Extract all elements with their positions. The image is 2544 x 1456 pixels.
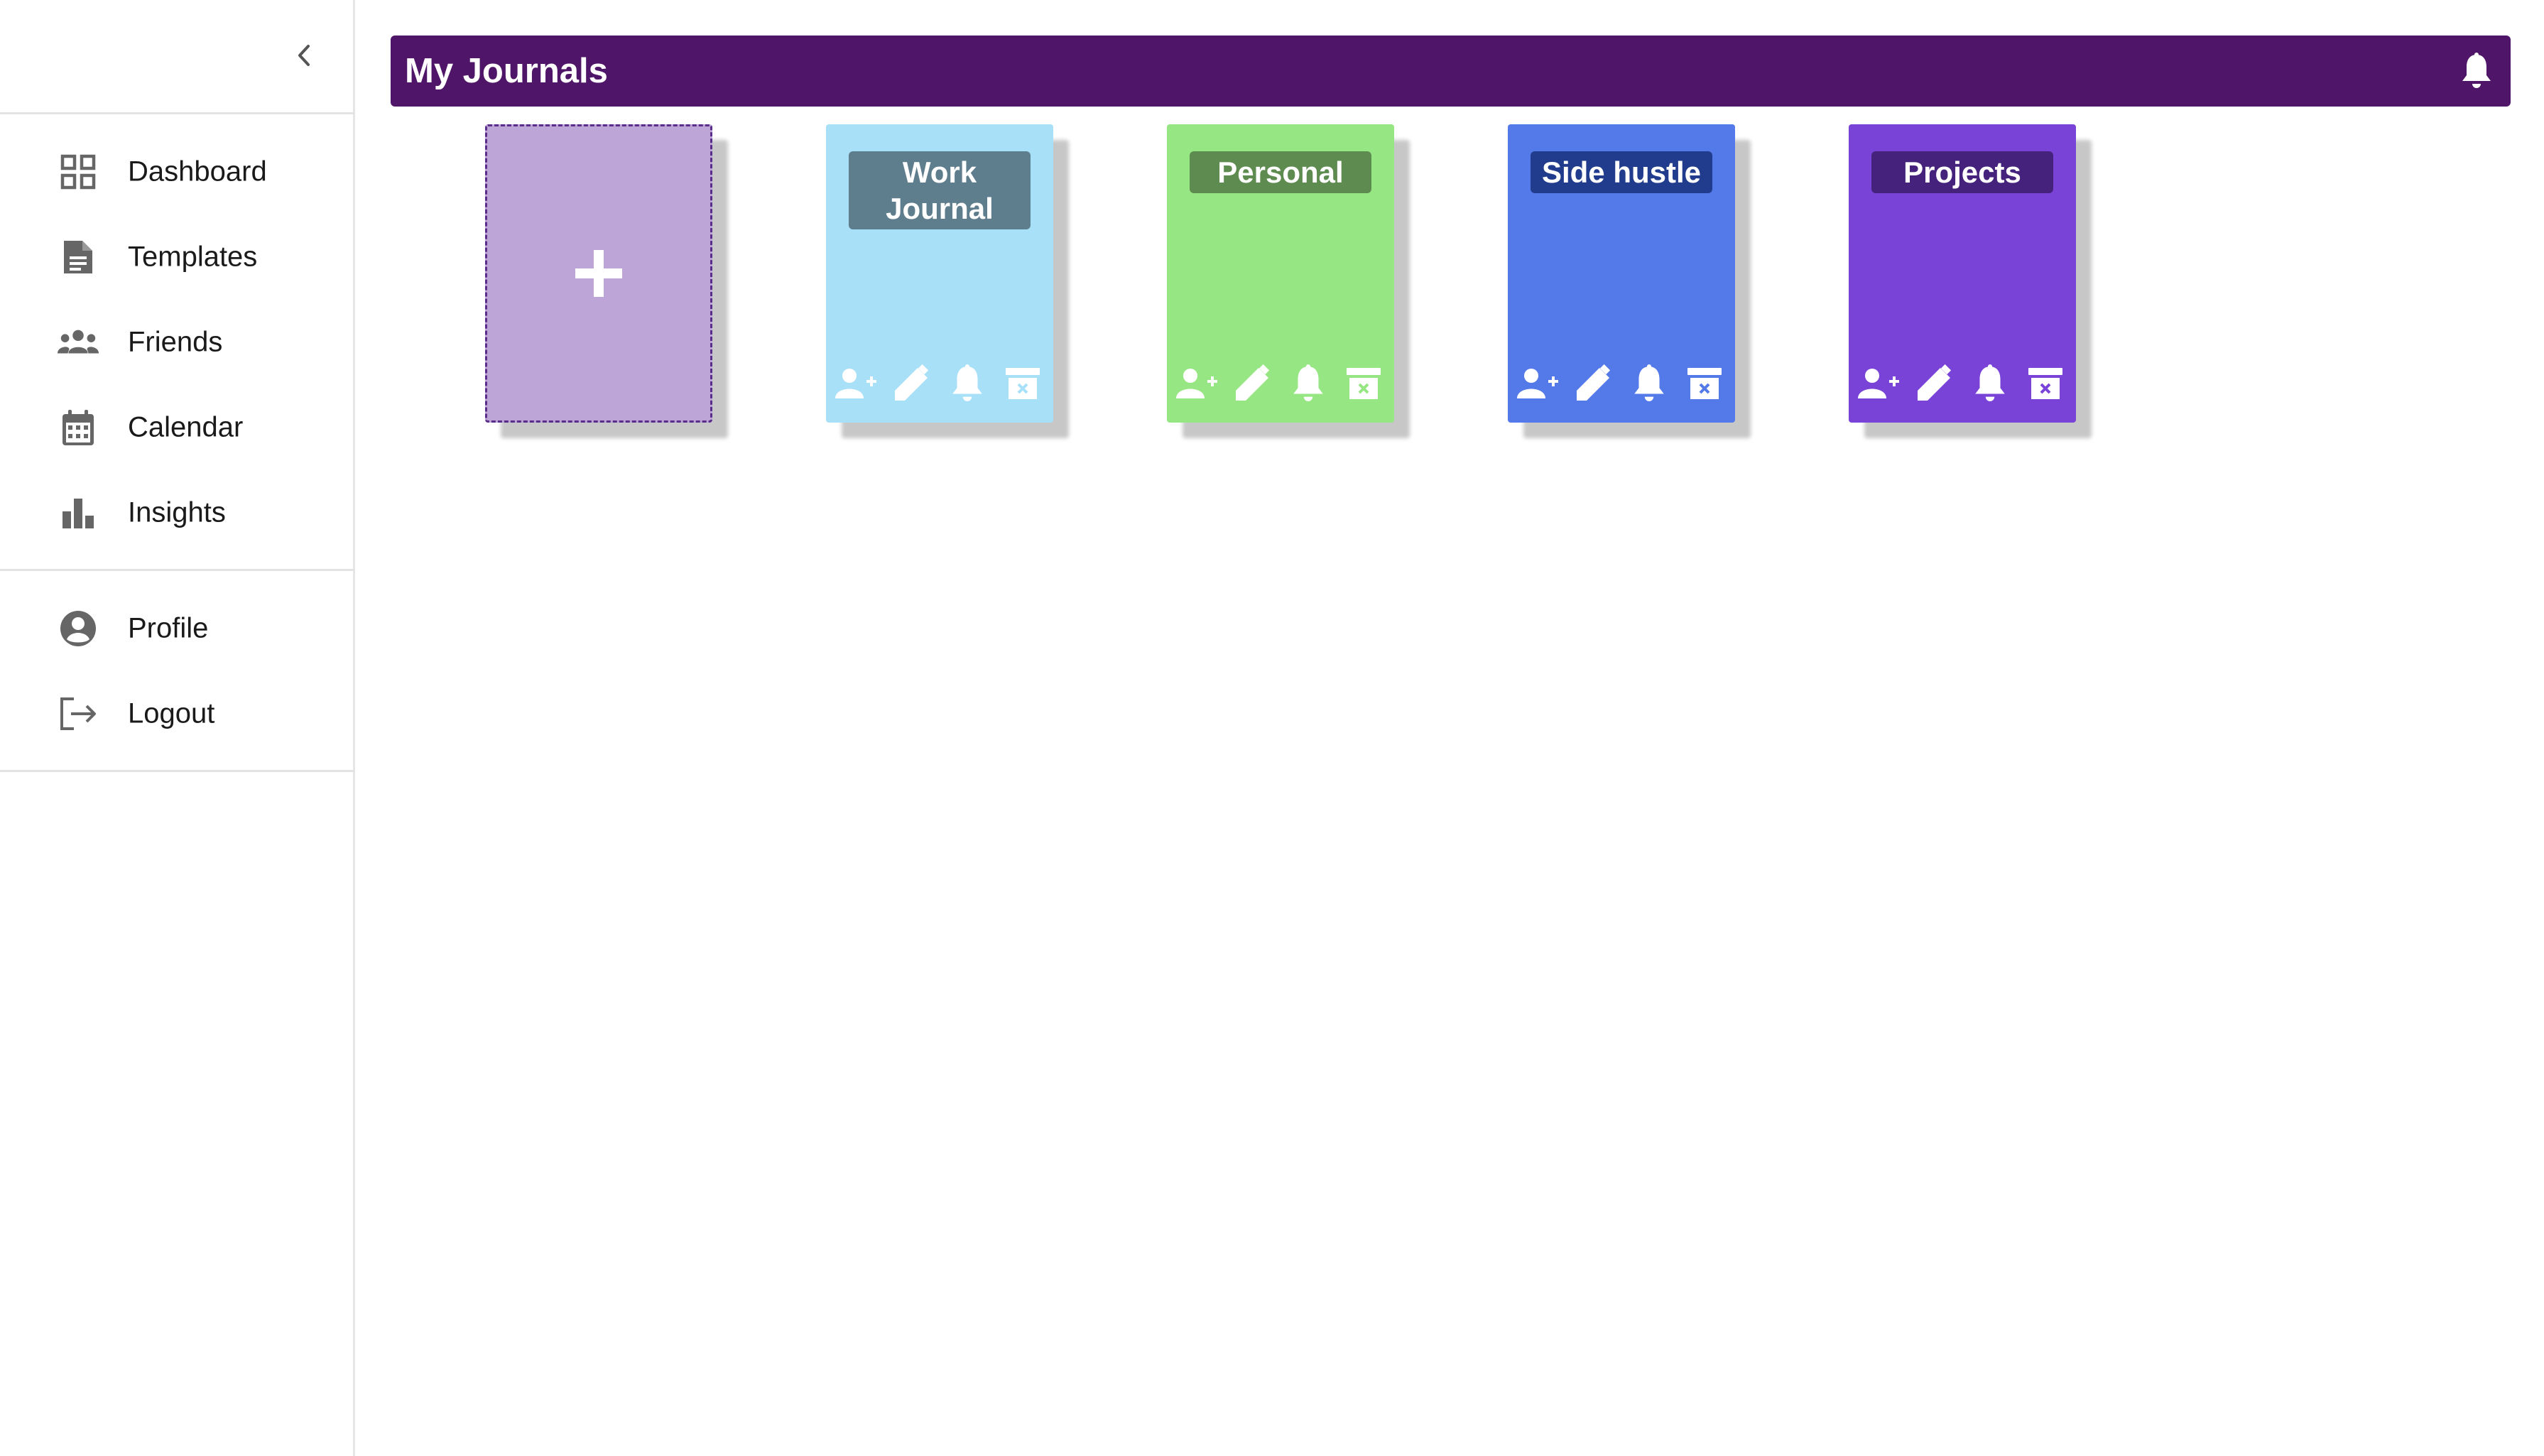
bell-icon xyxy=(1634,364,1664,401)
page-title: My Journals xyxy=(405,52,608,90)
journal-title: Side hustle xyxy=(1531,151,1712,193)
sidebar-item-label: Logout xyxy=(128,697,215,729)
share-journal-button[interactable] xyxy=(1513,359,1563,408)
bell-icon xyxy=(1975,364,2005,401)
journal-card-personal[interactable]: Personal xyxy=(1167,124,1394,423)
notifications-button[interactable] xyxy=(2457,51,2496,91)
journal-card-work-journal[interactable]: Work Journal xyxy=(826,124,1053,423)
sidebar-divider-middle xyxy=(0,569,355,571)
plus-icon xyxy=(575,250,622,297)
journal-card-side-hustle[interactable]: Side hustle xyxy=(1508,124,1735,423)
archive-delete-icon xyxy=(1687,368,1722,399)
archive-delete-icon xyxy=(1347,368,1381,399)
people-icon xyxy=(57,321,99,364)
sidebar-item-insights[interactable]: Insights xyxy=(0,474,353,552)
logout-icon xyxy=(57,692,99,735)
sidebar-item-label: Dashboard xyxy=(128,156,267,188)
sidebar: Dashboard Templates Friends Calendar Ins… xyxy=(0,0,355,1456)
bar-chart-icon xyxy=(57,491,99,534)
share-journal-button[interactable] xyxy=(1173,359,1222,408)
journal-title: Personal xyxy=(1190,151,1371,193)
sidebar-item-calendar[interactable]: Calendar xyxy=(0,389,353,467)
add-friend-icon xyxy=(1176,369,1217,398)
pencil-icon xyxy=(895,364,929,401)
sidebar-divider-top xyxy=(0,112,355,114)
share-journal-button[interactable] xyxy=(832,359,881,408)
journal-card-projects[interactable]: Projects xyxy=(1849,124,2076,423)
document-icon xyxy=(57,236,99,278)
chevron-left-icon xyxy=(298,45,310,66)
add-friend-icon xyxy=(1858,369,1899,398)
edit-journal-button[interactable] xyxy=(1910,359,1959,408)
edit-journal-button[interactable] xyxy=(1228,359,1278,408)
edit-journal-button[interactable] xyxy=(887,359,937,408)
journal-actions xyxy=(1173,359,1388,408)
journal-reminder-button[interactable] xyxy=(942,359,992,408)
journal-actions xyxy=(832,359,1048,408)
bell-icon xyxy=(952,364,982,401)
pencil-icon xyxy=(1918,364,1952,401)
sidebar-item-label: Insights xyxy=(128,496,226,528)
sidebar-item-dashboard[interactable]: Dashboard xyxy=(0,133,353,211)
edit-journal-button[interactable] xyxy=(1569,359,1619,408)
journal-title: Projects xyxy=(1871,151,2053,193)
sidebar-item-label: Calendar xyxy=(128,411,244,443)
sidebar-item-logout[interactable]: Logout xyxy=(0,675,353,753)
journal-title: Work Journal xyxy=(849,151,1031,229)
bell-icon xyxy=(1293,364,1323,401)
calendar-icon xyxy=(57,406,99,449)
add-journal-card[interactable] xyxy=(485,124,712,423)
pencil-icon xyxy=(1236,364,1270,401)
archive-journal-button[interactable] xyxy=(1339,359,1388,408)
archive-delete-icon xyxy=(1006,368,1040,399)
pencil-icon xyxy=(1577,364,1611,401)
sidebar-item-friends[interactable]: Friends xyxy=(0,303,353,381)
sidebar-item-label: Friends xyxy=(128,326,223,358)
journal-actions xyxy=(1854,359,2070,408)
journal-reminder-button[interactable] xyxy=(1283,359,1333,408)
share-journal-button[interactable] xyxy=(1854,359,1904,408)
bell-icon xyxy=(2462,53,2491,88)
add-friend-icon xyxy=(835,369,876,398)
archive-journal-button[interactable] xyxy=(998,359,1048,408)
sidebar-item-label: Templates xyxy=(128,241,258,273)
collapse-sidebar-button[interactable] xyxy=(284,36,324,75)
sidebar-item-profile[interactable]: Profile xyxy=(0,590,353,668)
sidebar-item-label: Profile xyxy=(128,612,209,644)
journal-reminder-button[interactable] xyxy=(1965,359,2015,408)
add-friend-icon xyxy=(1517,369,1558,398)
account-circle-icon xyxy=(57,607,99,650)
archive-journal-button[interactable] xyxy=(1680,359,1729,408)
sidebar-item-templates[interactable]: Templates xyxy=(0,218,353,296)
archive-journal-button[interactable] xyxy=(2021,359,2070,408)
grid-icon xyxy=(57,151,99,193)
journal-actions xyxy=(1513,359,1729,408)
page-header: My Journals xyxy=(391,36,2511,107)
archive-delete-icon xyxy=(2028,368,2062,399)
journal-reminder-button[interactable] xyxy=(1624,359,1674,408)
sidebar-divider-bottom xyxy=(0,770,355,772)
